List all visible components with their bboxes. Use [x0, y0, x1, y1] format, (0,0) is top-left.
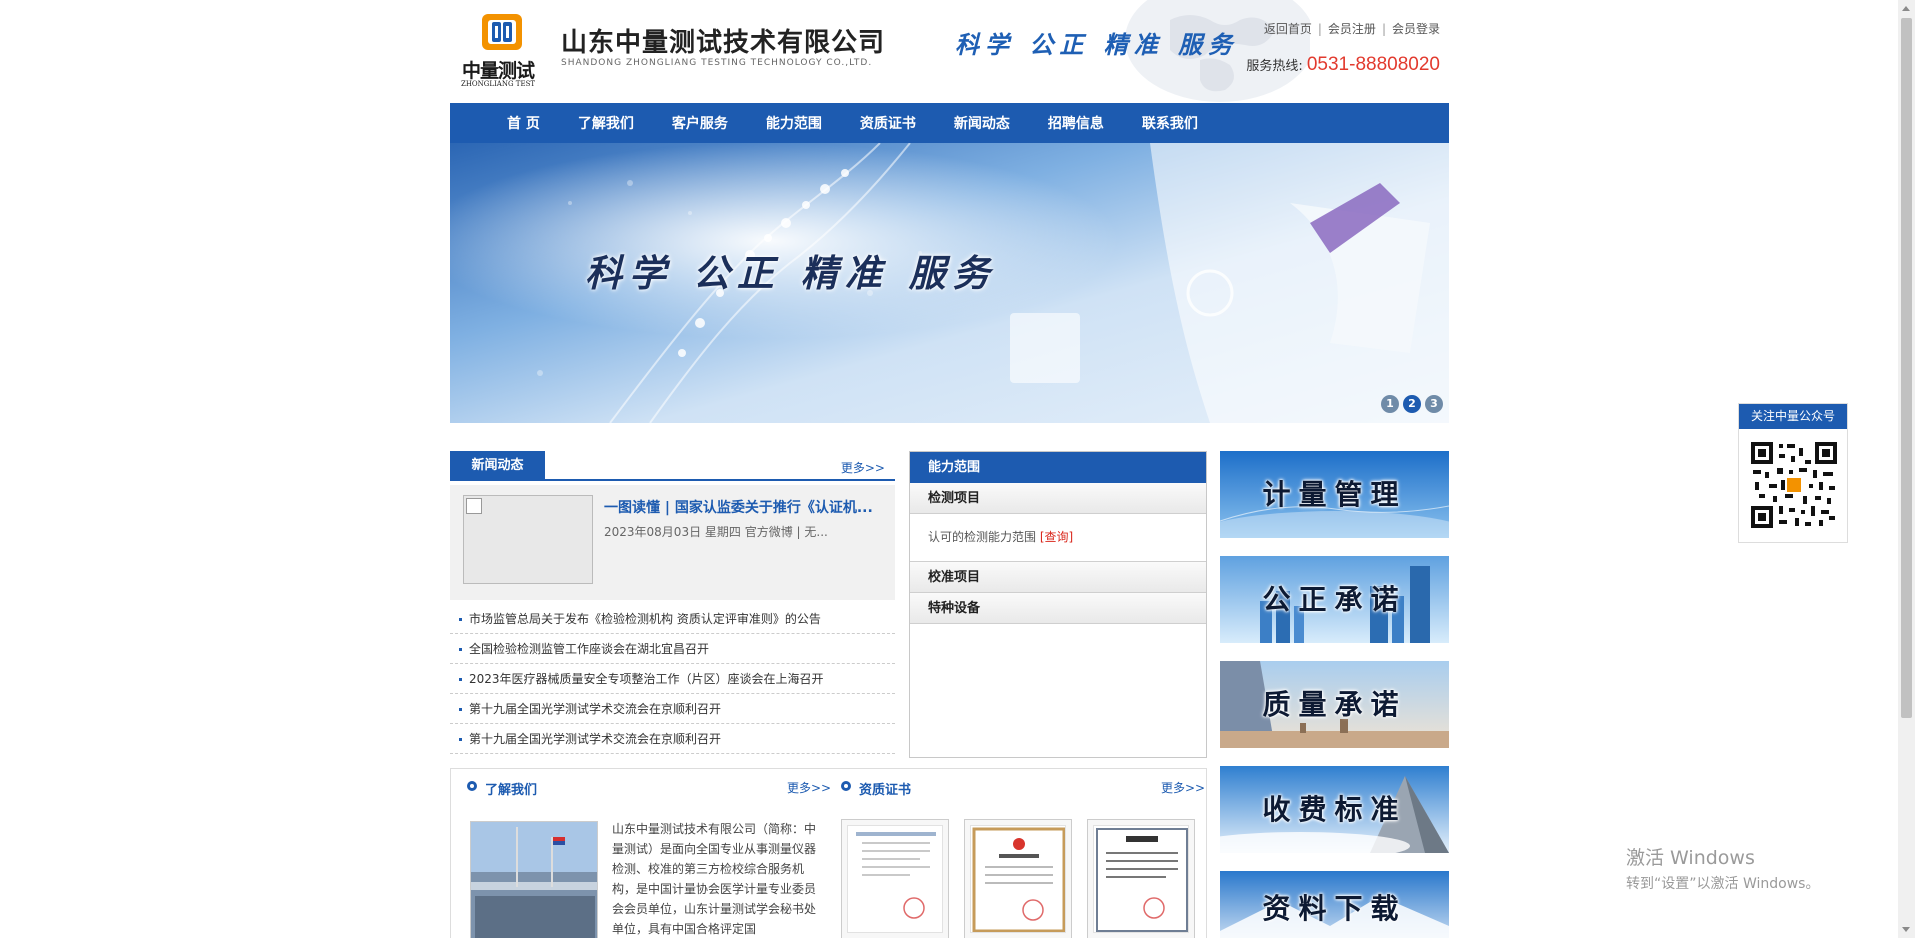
feature-image-placeholder[interactable] [463, 495, 593, 584]
nav-certificates[interactable]: 资质证书 [860, 113, 916, 133]
login-link[interactable]: 会员登录 [1392, 22, 1440, 36]
news-panel: 新闻动态 更多>> 一图读懂 | 国家认监委关于推行《认证机... 2023年0… [450, 451, 895, 756]
news-item[interactable]: 第十九届全国光学测试学术交流会在京顺利召开 [450, 724, 895, 754]
nav-jobs[interactable]: 招聘信息 [1048, 113, 1104, 133]
capability-testing-item[interactable]: 检测项目 [910, 483, 1206, 514]
hero-banner[interactable]: 科学 公正 精准 服务 1 2 3 [450, 143, 1449, 423]
watermark-subtitle: 转到“设置”以激活 Windows。 [1626, 876, 1820, 892]
feature-title[interactable]: 一图读懂 | 国家认监委关于推行《认证机... [604, 497, 884, 517]
side-button-label: 资料下载 [1262, 892, 1407, 925]
news-item[interactable]: 全国检验检测监管工作座谈会在湖北宜昌召开 [450, 634, 895, 664]
nav-contact[interactable]: 联系我们 [1142, 113, 1198, 133]
section-bullet-icon [841, 781, 851, 791]
capability-testing-body: 认可的检测能力范围 [查询] [910, 514, 1206, 562]
qr-title: 关注中量公众号 [1739, 404, 1847, 429]
capability-query-link[interactable]: [查询] [1040, 530, 1073, 544]
capability-calibration-item[interactable]: 校准项目 [910, 562, 1206, 593]
capability-testing-text: 认可的检测能力范围 [928, 530, 1037, 544]
logo-text: 中量测试 [461, 60, 535, 82]
section-bullet-icon [467, 781, 477, 791]
side-button-impartiality[interactable]: 公正承诺 [1220, 556, 1449, 643]
news-list: 市场监管总局关于发布《检验检测机构 资质认定评审准则》的公告 全国检验检测监管工… [450, 604, 895, 754]
news-item[interactable]: 第十九届全国光学测试学术交流会在京顺利召开 [450, 694, 895, 724]
scroll-down-icon[interactable] [1902, 927, 1910, 932]
wechat-qr-widget[interactable]: 关注中量公众号 [1738, 403, 1848, 543]
side-button-label: 质量承诺 [1262, 688, 1407, 721]
about-more-link[interactable]: 更多>> [787, 779, 831, 796]
hotline-number: 0531-88808020 [1306, 54, 1440, 75]
home-link[interactable]: 返回首页 [1264, 22, 1312, 36]
banner-dot-1[interactable]: 1 [1381, 395, 1399, 413]
hotline: 服务热线: 0531-88808020 [1246, 54, 1440, 76]
banner-slogan: 科学 公正 精准 服务 [585, 251, 997, 295]
register-link[interactable]: 会员注册 [1328, 22, 1376, 36]
side-button-label: 计量管理 [1262, 478, 1407, 511]
news-item[interactable]: 市场监管总局关于发布《检验检测机构 资质认定评审准则》的公告 [450, 604, 895, 634]
certificate-thumb[interactable] [964, 819, 1072, 938]
certs-title: 资质证书 [859, 783, 912, 798]
capability-panel: 能力范围 检测项目 认可的检测能力范围 [查询] 校准项目 特种设备 [909, 451, 1207, 758]
about-title: 了解我们 [485, 783, 538, 798]
building-photo [471, 822, 597, 938]
certs-header: 资质证书 更多>> [841, 769, 1205, 805]
side-button-fees[interactable]: 收费标准 [1220, 766, 1449, 853]
nav-about[interactable]: 了解我们 [578, 113, 634, 133]
main-nav: 首 页 了解我们 客户服务 能力范围 资质证书 新闻动态 招聘信息 联系我们 [450, 103, 1449, 143]
certificate-image [970, 825, 1066, 933]
company-name: 山东中量测试技术有限公司 [561, 28, 886, 58]
header-slogan: 科学 公正 精准 服务 [955, 30, 1239, 59]
about-photo [470, 821, 598, 938]
about-text: 山东中量测试技术有限公司（简称：中量测试）是面向全国专业从事测量仪器检测、校准的… [612, 822, 817, 936]
hotline-label: 服务热线: [1246, 59, 1303, 74]
news-title: 新闻动态 [450, 451, 545, 481]
certs-more-link[interactable]: 更多>> [1161, 779, 1205, 796]
certificate-image [847, 825, 943, 933]
side-button-label: 公正承诺 [1262, 583, 1407, 616]
certificate-thumb[interactable] [1087, 819, 1195, 938]
vertical-scrollbar[interactable] [1898, 0, 1915, 938]
side-button-label: 收费标准 [1262, 793, 1407, 826]
qr-code-icon [1749, 440, 1839, 530]
separator: | [1317, 22, 1322, 36]
side-button-downloads[interactable]: 资料下载 [1220, 871, 1449, 938]
banner-pager: 1 2 3 [1381, 395, 1443, 413]
nav-home[interactable]: 首 页 [507, 113, 540, 133]
news-more-link[interactable]: 更多>> [841, 459, 885, 476]
news-item[interactable]: 2023年医疗器械质量安全专项整治工作（片区）座谈会在上海召开 [450, 664, 895, 694]
scroll-thumb[interactable] [1901, 18, 1912, 718]
nav-news[interactable]: 新闻动态 [954, 113, 1010, 133]
side-button-quality[interactable]: 质量承诺 [1220, 661, 1449, 748]
windows-activation-watermark: 激活 Windows 转到“设置”以激活 Windows。 [1626, 843, 1819, 893]
certificate-thumb[interactable] [841, 819, 949, 938]
logo-subtext: ZHONGLIANG TEST [460, 80, 536, 88]
scroll-up-icon[interactable] [1902, 6, 1910, 11]
banner-dot-3[interactable]: 3 [1425, 395, 1443, 413]
separator: | [1381, 22, 1386, 36]
company-name-en: SHANDONG ZHONGLIANG TESTING TECHNOLOGY C… [561, 58, 873, 68]
nav-service[interactable]: 客户服务 [672, 113, 728, 133]
side-button-metrology[interactable]: 计量管理 [1220, 451, 1449, 538]
banner-dot-2[interactable]: 2 [1403, 395, 1421, 413]
certificate-image [1093, 825, 1189, 933]
page: 中量测试 ZHONGLIANG TEST 山东中量测试技术有限公司 SHANDO… [0, 0, 1915, 938]
nav-capability[interactable]: 能力范围 [766, 113, 822, 133]
news-header: 新闻动态 更多>> [450, 451, 895, 481]
logo[interactable]: 中量测试 ZHONGLIANG TEST [456, 10, 540, 88]
capability-title: 能力范围 [910, 452, 1206, 483]
top-links: 返回首页 | 会员注册 | 会员登录 [1264, 20, 1440, 37]
bottom-section: 了解我们 更多>> 山东中量测试技术有限公司（简称：中量测试）是面向全国专业从事… [450, 768, 1207, 938]
header: 中量测试 ZHONGLIANG TEST 山东中量测试技术有限公司 SHANDO… [450, 0, 1450, 103]
about-header: 了解我们 更多>> [467, 769, 831, 805]
watermark-title: 激活 Windows [1626, 847, 1755, 869]
capability-special-equipment-item[interactable]: 特种设备 [910, 593, 1206, 624]
feature-meta: 2023年08月03日 星期四 官方微博 | 无... [604, 525, 828, 539]
logo-mark-icon [482, 14, 522, 50]
news-feature[interactable]: 一图读懂 | 国家认监委关于推行《认证机... 2023年08月03日 星期四 … [450, 485, 895, 600]
